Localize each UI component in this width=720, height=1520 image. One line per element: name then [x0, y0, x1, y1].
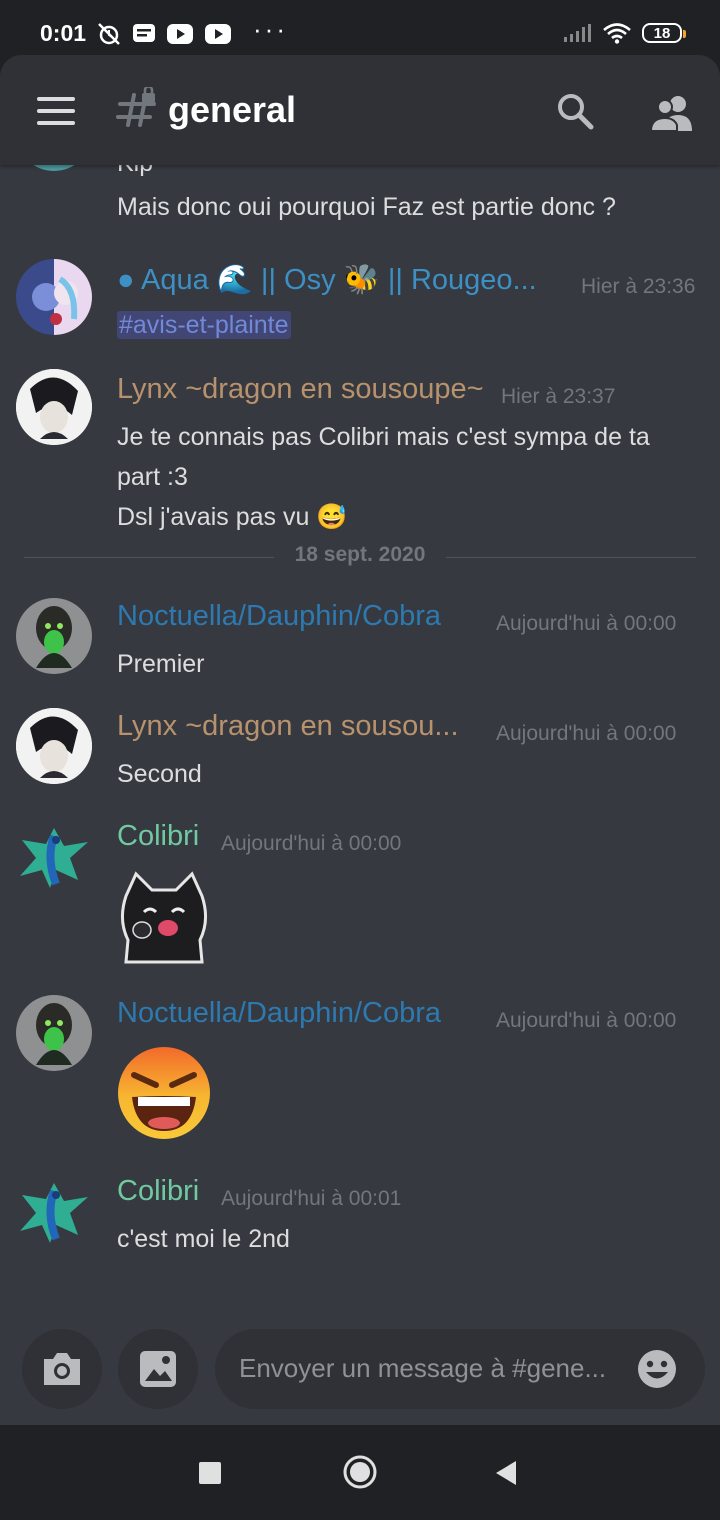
- sweat-smile-emoji: 😅: [316, 503, 348, 531]
- home-icon[interactable]: [342, 1454, 378, 1490]
- avatar[interactable]: [16, 995, 92, 1071]
- camera-button[interactable]: [22, 1329, 102, 1409]
- youtube-icon: [205, 24, 231, 44]
- image-button[interactable]: [118, 1329, 198, 1409]
- message-input-placeholder: Envoyer un message à #gene...: [239, 1353, 607, 1383]
- status-bar: 0:01 ··· 18: [0, 0, 720, 62]
- alarm-off-icon: [98, 23, 120, 45]
- menu-icon[interactable]: [37, 97, 75, 125]
- avatar[interactable]: [16, 1173, 92, 1249]
- avatar[interactable]: [16, 259, 92, 335]
- wave-emoji: 🌊: [216, 264, 253, 296]
- bee-emoji: 🐝: [343, 264, 380, 296]
- message-text: Dsl j'avais pas vu 😅: [117, 497, 347, 537]
- channel-header: general: [0, 55, 720, 165]
- message-icon: [133, 24, 155, 42]
- recents-icon[interactable]: [198, 1461, 222, 1485]
- search-icon[interactable]: [555, 91, 595, 131]
- avatar[interactable]: [16, 598, 92, 674]
- youtube-icon: [167, 24, 193, 44]
- chat-app: general Kip Mais donc oui pourquoi Faz e…: [0, 55, 720, 1425]
- battery-level: 18: [653, 24, 671, 42]
- username[interactable]: Colibri: [117, 1175, 199, 1208]
- members-icon[interactable]: [650, 93, 694, 133]
- avatar[interactable]: [16, 708, 92, 784]
- username-suffix: || Rougeo...: [379, 264, 537, 296]
- username-prefix: ● Aqua: [117, 264, 217, 296]
- message-text: Je te connais pas Colibri mais c'est sym…: [117, 423, 650, 451]
- date-divider-label: 18 sept. 2020: [294, 543, 426, 566]
- message-input-bar: Envoyer un message à #gene...: [0, 1325, 720, 1425]
- message-text: Mais donc oui pourquoi Faz est partie do…: [117, 193, 616, 221]
- message-text: part :3: [117, 463, 188, 491]
- username[interactable]: Noctuella/Dauphin/Cobra: [117, 600, 441, 633]
- battery-icon: 18: [642, 23, 686, 43]
- locked-channel-hash-icon: [116, 87, 156, 127]
- camera-icon: [44, 1353, 80, 1385]
- signal-icon: [564, 24, 591, 42]
- message-text: Premier: [117, 650, 205, 678]
- message-input[interactable]: Envoyer un message à #gene...: [215, 1329, 705, 1409]
- timestamp: Hier à 23:37: [501, 385, 616, 408]
- back-icon[interactable]: [494, 1459, 518, 1487]
- username[interactable]: Lynx ~dragon en sousoupe~: [117, 373, 484, 406]
- timestamp: Hier à 23:36: [581, 275, 696, 298]
- channel-title: general: [168, 89, 297, 130]
- avatar[interactable]: [16, 369, 92, 445]
- username[interactable]: Colibri: [117, 820, 199, 853]
- timestamp: Aujourd'hui à 00:00: [221, 832, 402, 855]
- emoji-icon[interactable]: [637, 1349, 677, 1389]
- date-divider: 18 sept. 2020: [24, 543, 696, 566]
- username[interactable]: ● Aqua 🌊 || Osy 🐝 || Rougeo...: [117, 263, 537, 297]
- status-more: ···: [253, 14, 288, 44]
- message-text: Second: [117, 760, 202, 788]
- message-list[interactable]: Kip Mais donc oui pourquoi Faz est parti…: [0, 95, 720, 1325]
- wifi-icon: [603, 23, 631, 44]
- username-middle: || Osy: [252, 264, 344, 296]
- channel-mention[interactable]: #avis-et-plainte: [117, 311, 291, 339]
- laughing-devil-emoji[interactable]: [116, 1045, 212, 1141]
- message-text-part: Dsl j'avais pas vu: [117, 503, 317, 531]
- message-text: c'est moi le 2nd: [117, 1225, 290, 1253]
- cat-sticker[interactable]: [114, 868, 214, 968]
- status-notification-icons: [96, 19, 232, 49]
- timestamp: Aujourd'hui à 00:01: [221, 1187, 402, 1210]
- avatar[interactable]: [16, 818, 92, 894]
- timestamp: Aujourd'hui à 00:00: [496, 612, 677, 635]
- timestamp: Aujourd'hui à 00:00: [496, 722, 677, 745]
- username[interactable]: Lynx ~dragon en sousou...: [117, 710, 459, 743]
- system-nav-bar: [0, 1425, 720, 1520]
- timestamp: Aujourd'hui à 00:00: [496, 1009, 677, 1032]
- status-time: 0:01: [40, 20, 87, 46]
- username[interactable]: Noctuella/Dauphin/Cobra: [117, 997, 441, 1030]
- image-icon: [140, 1351, 176, 1387]
